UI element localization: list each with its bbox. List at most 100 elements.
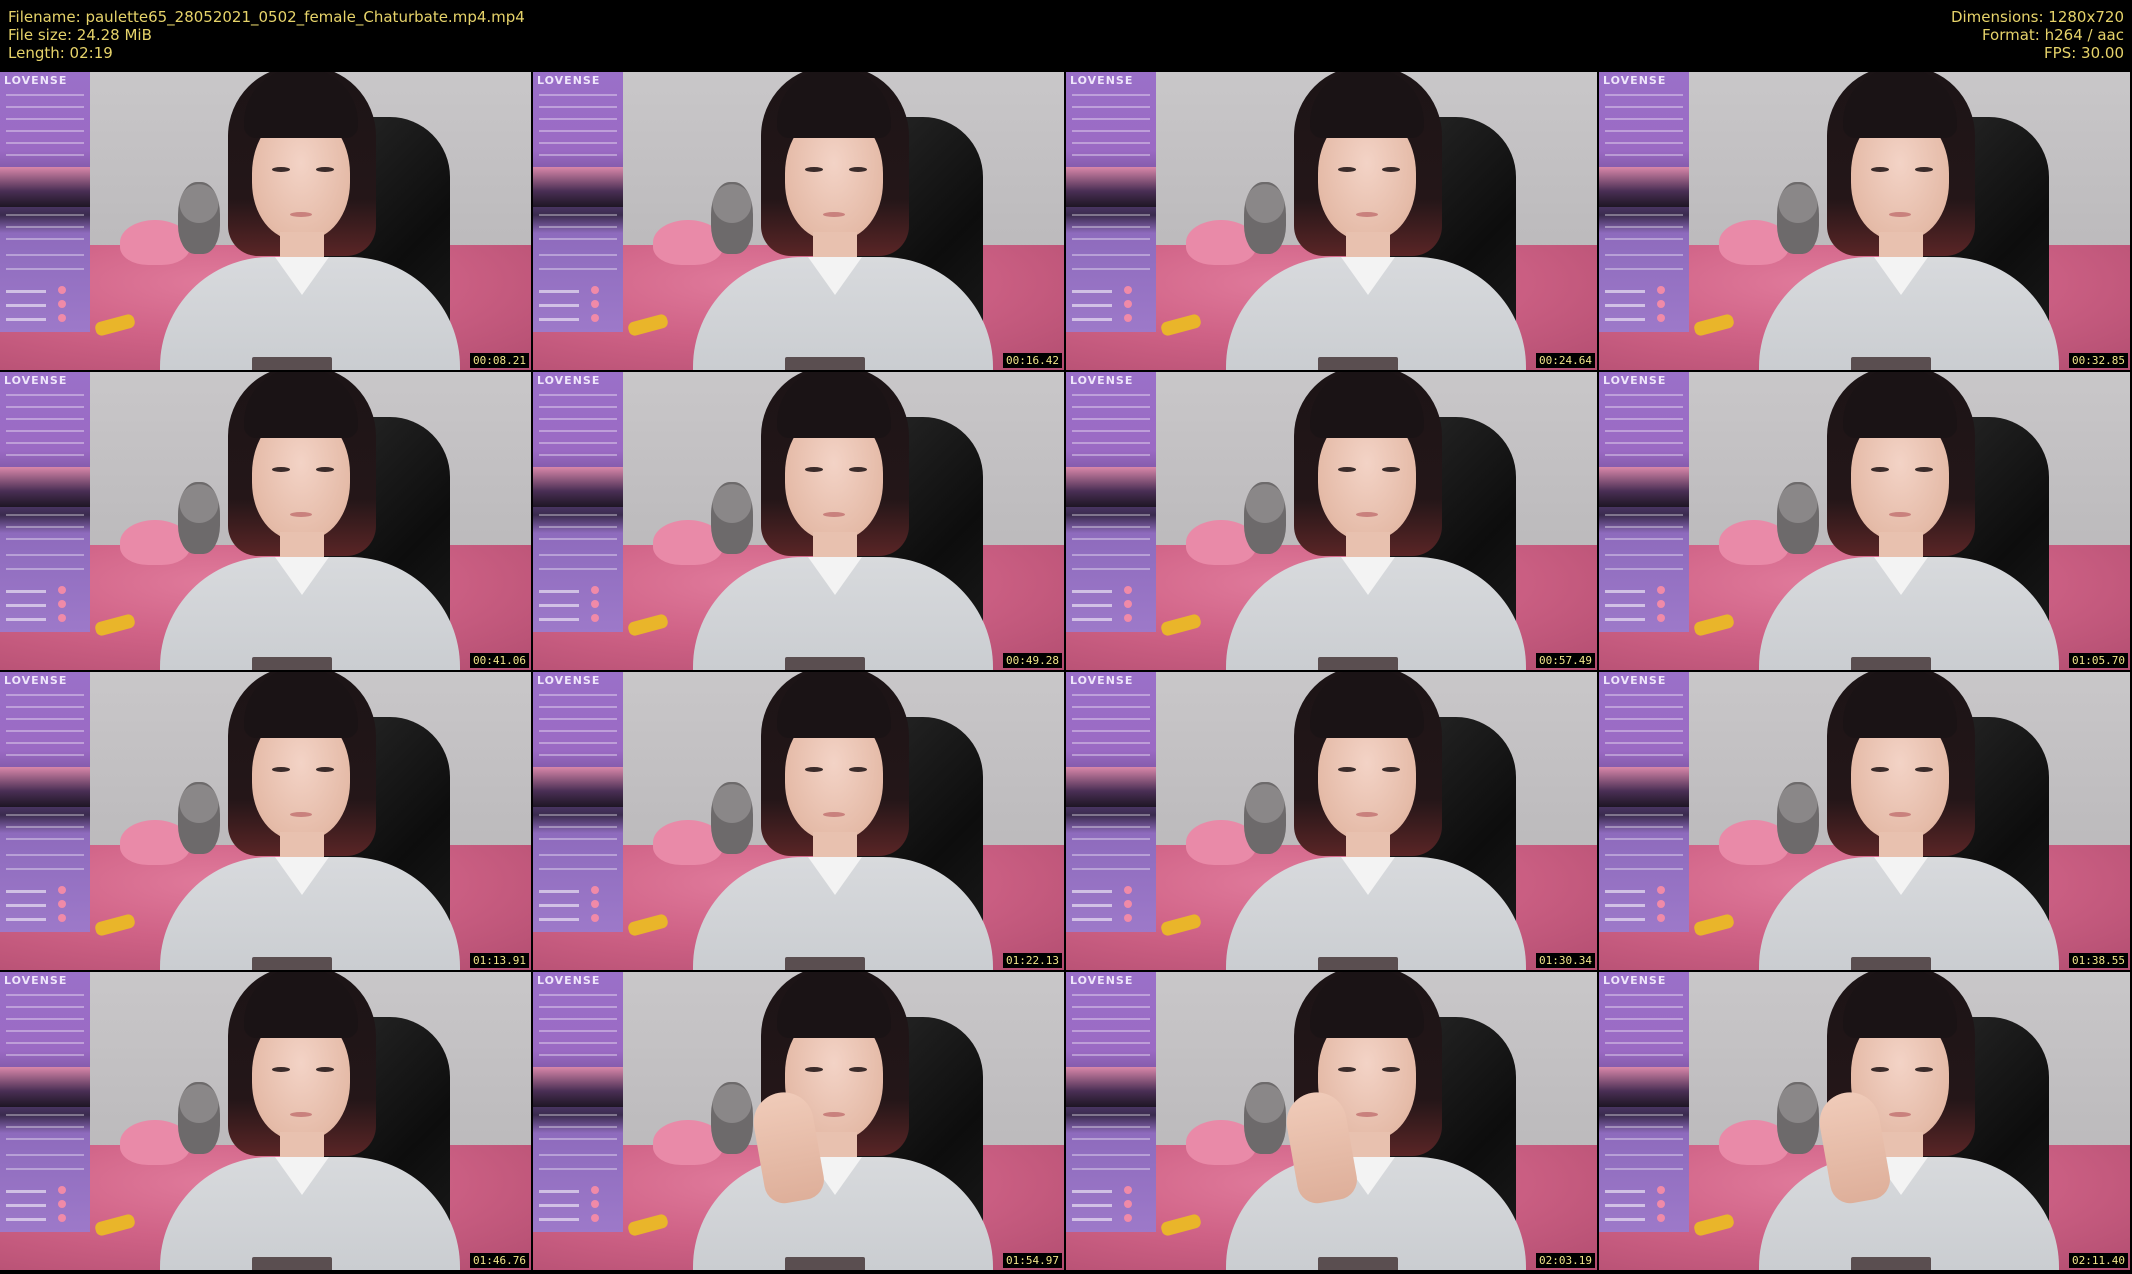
lovense-special-row — [539, 254, 617, 256]
lovense-logo: LOVENSE — [1603, 74, 1667, 87]
video-thumbnail[interactable]: LOVENSE 01:30.34 — [1066, 672, 1597, 970]
lovense-level-row — [1072, 706, 1150, 708]
thumbnail-timestamp: 00:24.64 — [1536, 353, 1595, 368]
lovense-special-row — [1605, 254, 1683, 256]
lovense-tip-icon — [58, 300, 66, 308]
shirt-collar — [1341, 257, 1395, 295]
lovense-banner — [0, 467, 90, 507]
lovense-level-row — [539, 130, 617, 132]
video-thumbnail[interactable]: LOVENSE 01:13.91 — [0, 672, 531, 970]
lovense-special-row — [6, 238, 84, 240]
lovense-tip-icon — [1124, 600, 1132, 608]
lovense-level-row — [1072, 94, 1150, 96]
lovense-logo: LOVENSE — [1070, 74, 1134, 87]
lovense-level-row — [539, 1018, 617, 1020]
shirt-print — [1851, 1257, 1931, 1270]
lovense-tipper-row — [1072, 1218, 1112, 1221]
video-thumbnail[interactable]: LOVENSE 02:03.19 — [1066, 972, 1597, 1270]
lovense-tipper-row — [1605, 1204, 1645, 1207]
lovense-special-row — [1605, 238, 1683, 240]
video-thumbnail[interactable]: LOVENSE 01:54.97 — [533, 972, 1064, 1270]
eye-left — [272, 1067, 290, 1072]
plush-toy — [1244, 1082, 1286, 1154]
lovense-level-row — [1605, 730, 1683, 732]
thumbnail-timestamp: 02:11.40 — [2069, 1253, 2128, 1268]
lovense-tip-icon — [591, 1214, 599, 1222]
video-thumbnail[interactable]: LOVENSE 01:38.55 — [1599, 672, 2130, 970]
lovense-overlay: LOVENSE — [533, 672, 623, 932]
video-thumbnail[interactable]: LOVENSE 01:22.13 — [533, 672, 1064, 970]
length-text: Length: 02:19 — [8, 44, 113, 62]
lovense-level-row — [539, 94, 617, 96]
lovense-level-row — [1605, 706, 1683, 708]
video-thumbnail[interactable]: LOVENSE 00:32.85 — [1599, 72, 2130, 370]
lovense-special-row — [6, 1114, 84, 1116]
lovense-level-row — [539, 406, 617, 408]
lovense-special-row — [6, 526, 84, 528]
video-thumbnail[interactable]: LOVENSE 00:41.06 — [0, 372, 531, 670]
eye-left — [1338, 767, 1356, 772]
lovense-tip-icon — [1124, 1186, 1132, 1194]
lovense-special-row — [6, 568, 84, 570]
video-thumbnail[interactable]: LOVENSE 00:08.21 — [0, 72, 531, 370]
lovense-special-row — [1072, 514, 1150, 516]
lovense-tip-icon — [58, 1200, 66, 1208]
lovense-special-row — [1605, 554, 1683, 556]
lovense-level-row — [539, 706, 617, 708]
plush-toy — [1777, 1082, 1819, 1154]
file-size-text: File size: 24.28 MiB — [8, 26, 152, 44]
lovense-banner — [1066, 467, 1156, 507]
thumbnail-timestamp: 00:32.85 — [2069, 353, 2128, 368]
lovense-tipper-row — [539, 904, 579, 907]
lovense-special-row — [539, 854, 617, 856]
video-thumbnail[interactable]: LOVENSE 00:24.64 — [1066, 72, 1597, 370]
lovense-tip-icon — [1124, 614, 1132, 622]
lovense-banner — [1599, 1067, 1689, 1107]
lovense-tip-icon — [1657, 886, 1665, 894]
video-thumbnail[interactable]: LOVENSE 02:11.40 — [1599, 972, 2130, 1270]
shirt-collar — [1341, 857, 1395, 895]
lovense-level-row — [539, 442, 617, 444]
lovense-tip-icon — [1657, 300, 1665, 308]
shirt-print — [1318, 657, 1398, 670]
lovense-tip-icon — [591, 300, 599, 308]
lovense-level-row — [1072, 154, 1150, 156]
lovense-special-row — [539, 1168, 617, 1170]
lovense-level-row — [6, 430, 84, 432]
shirt-collar — [275, 557, 329, 595]
lovense-logo: LOVENSE — [4, 374, 68, 387]
lovense-overlay: LOVENSE — [0, 372, 90, 632]
thumbnail-timestamp: 00:57.49 — [1536, 653, 1595, 668]
eye-right — [316, 467, 334, 472]
lovense-level-row — [539, 730, 617, 732]
lovense-level-row — [1072, 430, 1150, 432]
video-thumbnail[interactable]: LOVENSE 01:05.70 — [1599, 372, 2130, 670]
lovense-level-row — [1605, 406, 1683, 408]
lovense-special-row — [6, 254, 84, 256]
video-thumbnail[interactable]: LOVENSE 00:49.28 — [533, 372, 1064, 670]
eye-right — [849, 167, 867, 172]
lovense-level-row — [6, 1018, 84, 1020]
shirt-collar — [275, 257, 329, 295]
lovense-banner — [533, 167, 623, 207]
lovense-logo: LOVENSE — [1070, 674, 1134, 687]
lovense-tip-icon — [591, 914, 599, 922]
eye-right — [1915, 1067, 1933, 1072]
video-thumbnail[interactable]: LOVENSE 00:57.49 — [1066, 372, 1597, 670]
lovense-logo: LOVENSE — [4, 974, 68, 987]
thumbnail-timestamp: 00:41.06 — [470, 653, 529, 668]
lovense-tip-icon — [1657, 600, 1665, 608]
video-thumbnail[interactable]: LOVENSE 00:16.42 — [533, 72, 1064, 370]
video-thumbnail[interactable]: LOVENSE 01:46.76 — [0, 972, 531, 1270]
lovense-tipper-row — [539, 318, 579, 321]
shirt-print — [1851, 357, 1931, 370]
lovense-banner — [1066, 767, 1156, 807]
lovense-level-row — [539, 1006, 617, 1008]
lovense-special-row — [539, 226, 617, 228]
lovense-level-row — [1605, 742, 1683, 744]
lovense-level-row — [1072, 1018, 1150, 1020]
lovense-special-row — [1605, 868, 1683, 870]
mouth — [290, 512, 312, 517]
eye-left — [805, 1067, 823, 1072]
lovense-level-row — [539, 106, 617, 108]
